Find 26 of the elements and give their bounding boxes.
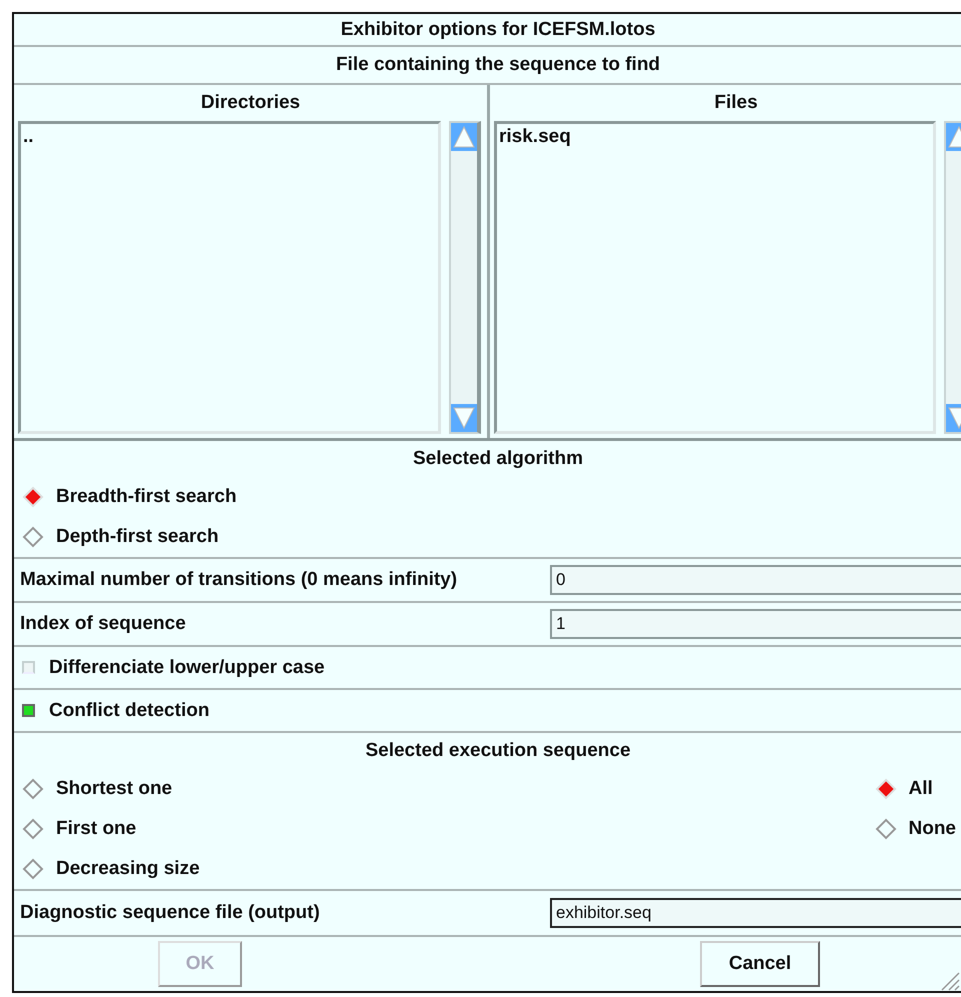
cancel-button[interactable]: Cancel [700, 941, 820, 987]
section-heading: Selected execution sequence [365, 740, 631, 762]
list-item[interactable]: risk.seq [497, 126, 571, 148]
option-label: Decreasing size [56, 858, 200, 880]
field-label: Index of sequence [20, 613, 187, 635]
option-label: First one [56, 818, 136, 840]
list-box[interactable]: risk.seq [494, 121, 936, 434]
option-label: Shortest one [56, 778, 172, 800]
input-field[interactable]: 1 [550, 609, 961, 639]
window-title: Exhibitor options for ICEFSM.lotos [340, 18, 656, 40]
field-label: Diagnostic sequence file (output) [20, 902, 321, 924]
checkbox-label: Differenciate lower/upper case [49, 656, 325, 678]
option-label: All [908, 778, 933, 800]
list-item[interactable]: .. [21, 126, 34, 148]
input-field[interactable]: exhibitor.seq [550, 898, 961, 928]
checkbox-label: Conflict detection [49, 700, 210, 722]
column-heading: Files [714, 92, 758, 114]
section-heading: File containing the sequence to find [336, 54, 660, 76]
option-label: Breadth-first search [56, 486, 237, 508]
list-box[interactable]: .. [18, 121, 441, 434]
field-label: Maximal number of transitions (0 means infinity) [20, 569, 458, 591]
input-field[interactable]: 0 [550, 565, 961, 595]
option-label: Depth-first search [56, 526, 219, 548]
option-label: None [908, 818, 956, 840]
column-heading: Directories [200, 92, 300, 114]
section-heading: Selected algorithm [413, 448, 583, 470]
